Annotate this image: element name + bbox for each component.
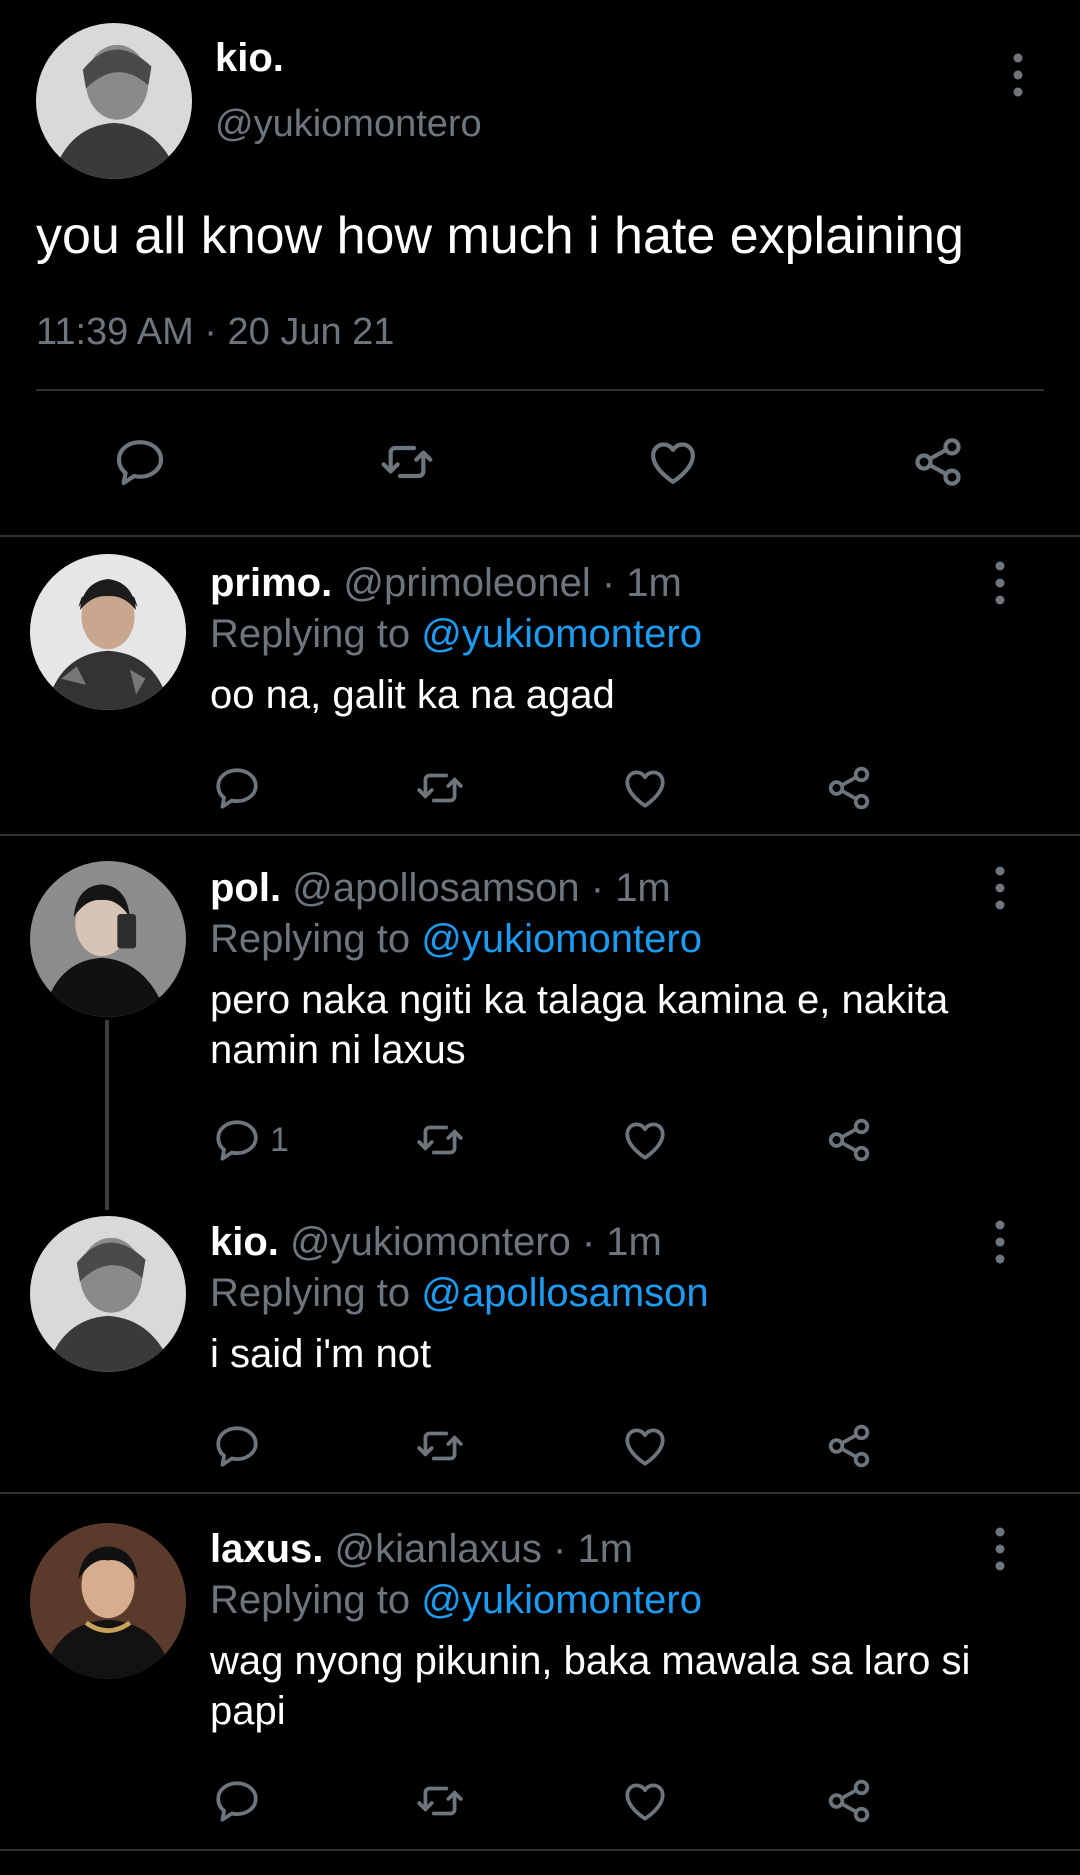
reply-icon[interactable]: 1 (212, 1115, 289, 1165)
replying-to: Replying to @apollosamson (210, 1271, 709, 1316)
tweet-text: pero naka ngiti ka talaga kamina e, naki… (210, 978, 949, 1072)
retweet-icon[interactable] (412, 1115, 468, 1165)
reply-tweet[interactable]: pol. @apollosamson · 1m Replying to @yuk… (0, 836, 1080, 1186)
like-icon[interactable] (619, 1421, 671, 1471)
reply-icon[interactable] (212, 1421, 270, 1471)
reply-header: pol. @apollosamson · 1m (210, 866, 671, 911)
reply-tweet[interactable]: laxus. @kianlaxus · 1m Replying to @yuki… (0, 1494, 1080, 1849)
replying-to: Replying to @yukiomontero (210, 917, 702, 962)
thread-connector-line (105, 1020, 109, 1210)
more-options-icon[interactable] (985, 1217, 1015, 1267)
share-icon[interactable] (824, 763, 874, 813)
share-icon[interactable] (824, 1115, 874, 1165)
reply-count: 1 (270, 1120, 289, 1159)
mention-link[interactable]: @yukiomontero (421, 612, 702, 656)
display-name[interactable]: primo. (210, 561, 332, 605)
more-options-icon[interactable] (985, 558, 1015, 608)
display-name[interactable]: kio. (215, 36, 284, 81)
tweet-text: oo na, galit ka na agad (210, 673, 615, 717)
divider (36, 389, 1044, 391)
username-time[interactable]: @primoleonel · 1m (343, 561, 682, 605)
more-options-icon[interactable] (1003, 50, 1033, 100)
like-icon[interactable] (619, 1115, 671, 1165)
username[interactable]: @yukiomontero (215, 103, 482, 146)
username-time[interactable]: @kianlaxus · 1m (335, 1527, 633, 1571)
like-icon[interactable] (619, 1776, 671, 1826)
username-time[interactable]: @apollosamson · 1m (292, 866, 671, 910)
username-time[interactable]: @yukiomontero · 1m (290, 1220, 662, 1264)
retweet-icon[interactable] (412, 1776, 468, 1826)
mention-link[interactable]: @yukiomontero (421, 1578, 702, 1622)
retweet-icon[interactable] (374, 434, 440, 490)
share-icon[interactable] (824, 1421, 874, 1471)
avatar[interactable] (30, 1216, 186, 1372)
more-options-icon[interactable] (985, 1524, 1015, 1574)
reply-header: kio. @yukiomontero · 1m (210, 1220, 662, 1265)
reply-icon[interactable] (212, 1776, 270, 1826)
avatar[interactable] (36, 23, 192, 179)
tweet-actions: 1 (0, 1115, 1080, 1171)
reply-icon[interactable] (110, 434, 170, 490)
reply-tweet[interactable]: primo. @primoleonel · 1m Replying to @yu… (0, 537, 1080, 834)
tweet-actions (0, 1776, 1080, 1832)
like-icon[interactable] (643, 434, 703, 490)
replying-to: Replying to @yukiomontero (210, 612, 702, 657)
tweet-actions (0, 763, 1080, 819)
avatar[interactable] (30, 554, 186, 710)
more-options-icon[interactable] (985, 863, 1015, 913)
replying-to-label: Replying to (210, 1271, 422, 1315)
retweet-icon[interactable] (412, 763, 468, 813)
divider (0, 1849, 1080, 1851)
avatar[interactable] (30, 861, 186, 1017)
replying-to: Replying to @yukiomontero (210, 1578, 702, 1623)
replying-to-label: Replying to (210, 1578, 422, 1622)
reply-header: primo. @primoleonel · 1m (210, 561, 682, 606)
reply-tweet[interactable]: kio. @yukiomontero · 1m Replying to @apo… (0, 1186, 1080, 1492)
retweet-icon[interactable] (412, 1421, 468, 1471)
share-icon[interactable] (824, 1776, 874, 1826)
tweet-timestamp[interactable]: 11:39 AM · 20 Jun 21 (36, 311, 394, 354)
tweet-text: wag nyong pikunin, baka mawala sa laro s… (210, 1639, 971, 1733)
tweet-text: i said i'm not (210, 1332, 432, 1376)
main-tweet: kio. @yukiomontero you all know how much… (0, 0, 1080, 536)
reply-icon[interactable] (212, 763, 270, 813)
display-name[interactable]: pol. (210, 866, 281, 910)
mention-link[interactable]: @apollosamson (421, 1271, 708, 1315)
mention-link[interactable]: @yukiomontero (421, 917, 702, 961)
avatar[interactable] (30, 1523, 186, 1679)
like-icon[interactable] (619, 763, 671, 813)
replying-to-label: Replying to (210, 612, 422, 656)
share-icon[interactable] (908, 434, 968, 490)
replying-to-label: Replying to (210, 917, 422, 961)
display-name[interactable]: laxus. (210, 1527, 323, 1571)
reply-header: laxus. @kianlaxus · 1m (210, 1527, 633, 1572)
tweet-text: you all know how much i hate explaining (36, 207, 964, 265)
display-name[interactable]: kio. (210, 1220, 279, 1264)
tweet-actions (0, 1421, 1080, 1477)
tweet-actions (0, 430, 1080, 494)
